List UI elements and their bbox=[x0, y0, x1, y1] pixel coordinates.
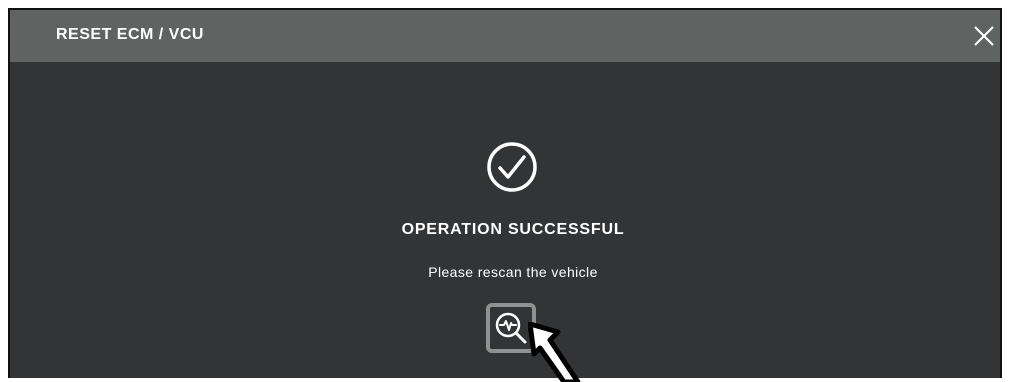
scan-magnifier-icon bbox=[495, 312, 527, 344]
dialog-title-bar: RESET ECM / VCU bbox=[10, 10, 1000, 62]
mouse-pointer-icon bbox=[528, 322, 581, 382]
close-button[interactable] bbox=[970, 22, 998, 50]
status-message: OPERATION SUCCESSFUL bbox=[401, 221, 625, 238]
dialog-title: RESET ECM / VCU bbox=[56, 26, 204, 43]
close-icon bbox=[974, 26, 994, 46]
reset-ecm-vcu-dialog: RESET ECM / VCU OPERATION SUCCESSFUL Ple… bbox=[8, 8, 1002, 378]
rescan-hint: Please rescan the vehicle bbox=[428, 264, 598, 280]
check-circle-icon bbox=[487, 142, 537, 192]
screen: RESET ECM / VCU OPERATION SUCCESSFUL Ple… bbox=[0, 0, 1010, 382]
dialog-content: OPERATION SUCCESSFUL Please rescan the v… bbox=[10, 62, 1000, 378]
